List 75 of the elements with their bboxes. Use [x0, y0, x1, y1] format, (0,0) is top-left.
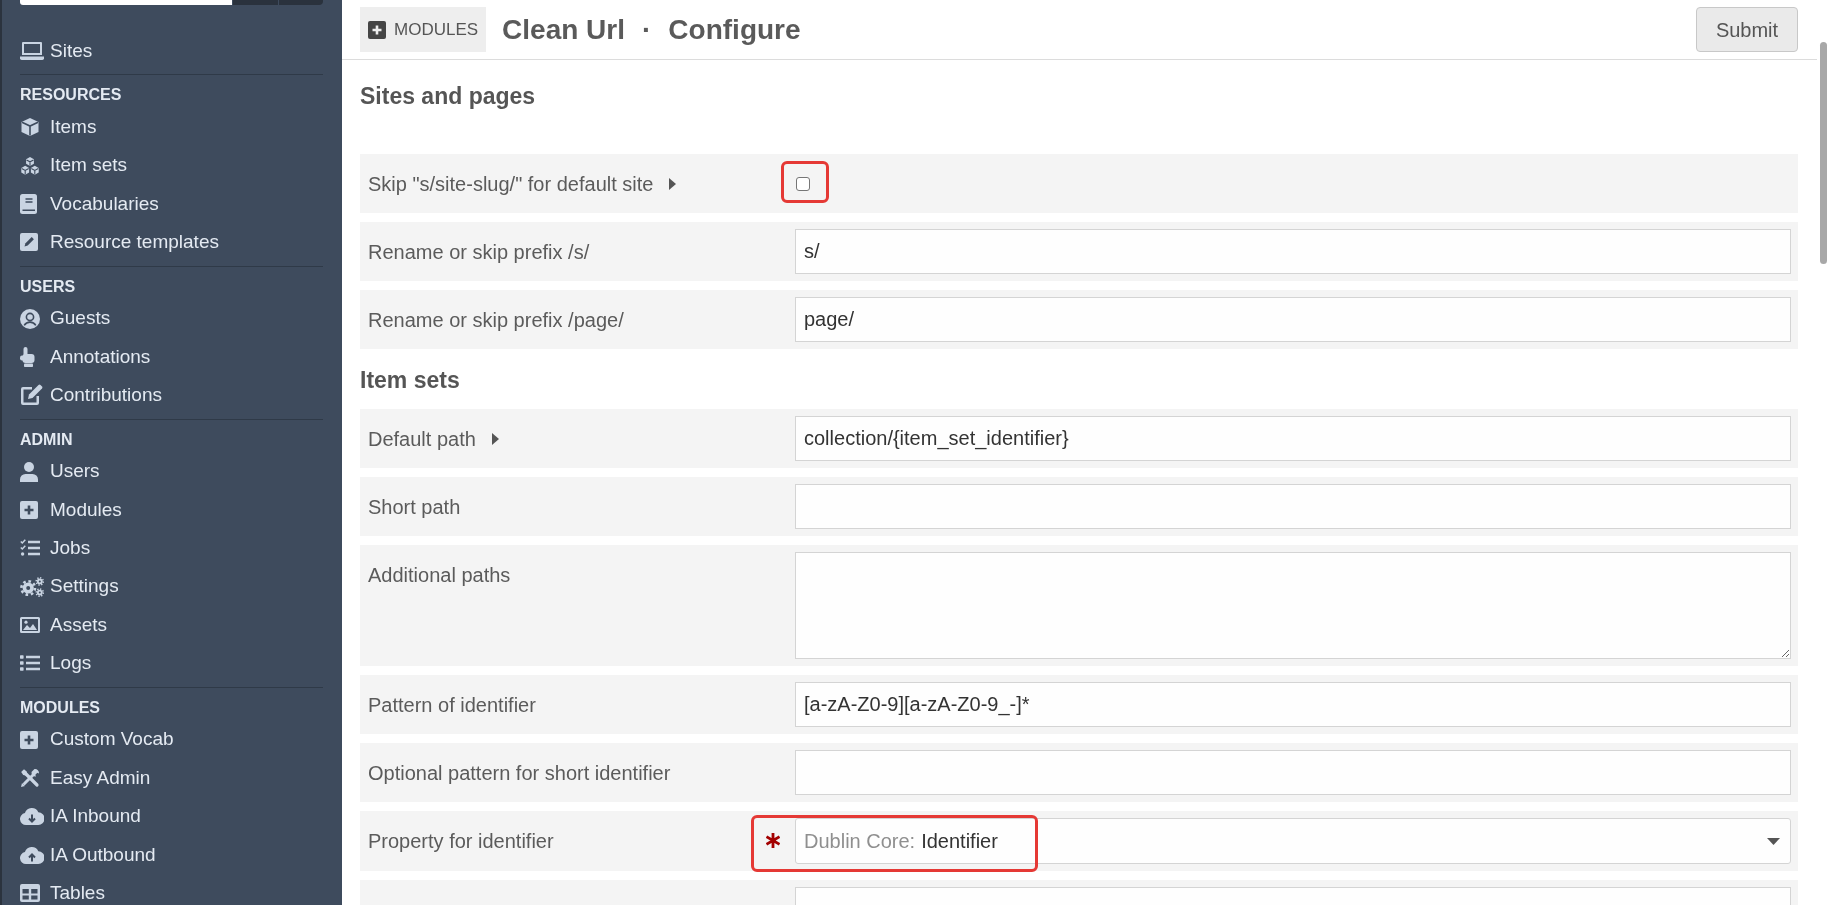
field-label: Property for identifier: [368, 828, 554, 854]
nav-link[interactable]: IA Outbound: [20, 835, 323, 874]
field-label: Additional paths: [368, 562, 511, 588]
nav-link[interactable]: Tables: [20, 874, 323, 905]
field-label: Rename or skip prefix /page/: [368, 307, 624, 333]
breadcrumb-link[interactable]: MODULES: [360, 7, 487, 52]
table-icon: [20, 884, 40, 903]
cloud-upload-icon: [20, 845, 44, 864]
user-icon: [20, 461, 38, 482]
nav-link[interactable]: Assets: [20, 605, 323, 645]
nav-link[interactable]: Custom Vocab: [20, 720, 323, 759]
title-separator: ·: [642, 12, 652, 47]
search-bar-button[interactable]: [279, 0, 323, 5]
nav-link[interactable]: Vocabularies: [20, 184, 323, 224]
caret-right-icon[interactable]: [491, 432, 499, 445]
plus-square-icon: [20, 730, 38, 749]
tools-icon: [20, 768, 40, 789]
nav-link[interactable]: Annotations: [20, 337, 323, 377]
nav-link[interactable]: Easy Admin: [20, 758, 323, 798]
nav-link[interactable]: Resource templates: [20, 223, 323, 262]
search-bar-button[interactable]: [233, 0, 278, 5]
field-label: Skip "s/site-slug/" for default site: [368, 171, 654, 197]
nav-link[interactable]: Modules: [20, 490, 323, 530]
book-icon: [20, 193, 38, 214]
field-label: Short path: [368, 494, 461, 520]
cloud-download-icon: [20, 807, 44, 826]
text-field[interactable]: [795, 750, 1791, 795]
cube-icon: [20, 117, 40, 138]
field-label: Default path: [368, 426, 476, 452]
checkbox[interactable]: [796, 176, 810, 191]
list-icon: [20, 655, 40, 672]
text-field[interactable]: collection/{item_set_identifier}: [795, 416, 1791, 461]
text-field[interactable]: [a-zA-Z0-9][a-zA-Z0-9_-]*: [795, 682, 1791, 727]
text-field[interactable]: [795, 484, 1791, 529]
text-field[interactable]: page/: [795, 297, 1791, 342]
field-label: Rename or skip prefix /s/: [368, 239, 590, 265]
nav-link[interactable]: Items: [20, 108, 323, 147]
page-title: Clean Url: [502, 12, 625, 47]
sidebar-heading: RESOURCES: [20, 85, 122, 106]
nav-link[interactable]: Jobs: [20, 529, 323, 568]
page-subtitle: Configure: [668, 12, 801, 47]
pointing-hand-icon: [20, 346, 35, 367]
nav-link[interactable]: Settings: [20, 567, 323, 606]
submit-button[interactable]: Submit: [1696, 7, 1798, 52]
checklist-icon: [20, 539, 40, 558]
section-heading: Item sets: [360, 366, 460, 394]
plus-square-icon: [368, 20, 386, 39]
caret-right-icon[interactable]: [669, 177, 677, 190]
cubes-icon: [20, 156, 40, 175]
user-circle-icon: [20, 308, 40, 329]
field-label: Optional pattern for short identifier: [368, 760, 671, 786]
text-field[interactable]: s/: [795, 229, 1791, 274]
scrollbar-thumb[interactable]: [1820, 42, 1827, 264]
edit-icon: [20, 384, 44, 407]
laptop-icon: [20, 41, 44, 61]
sidebar-heading: USERS: [20, 276, 76, 297]
sidebar-heading: MODULES: [20, 697, 100, 718]
nav-link[interactable]: Sites: [20, 31, 323, 71]
field-label: Pattern of identifier: [368, 692, 536, 718]
nav-link[interactable]: Contributions: [20, 376, 323, 415]
caret-down-icon: [1767, 837, 1780, 845]
nav-link[interactable]: Users: [20, 452, 323, 491]
nav-link[interactable]: Logs: [20, 644, 323, 683]
sidebar-heading: ADMIN: [20, 429, 73, 450]
nav-link[interactable]: Guests: [20, 299, 323, 338]
gears-icon: [20, 576, 44, 597]
image-icon: [20, 617, 40, 634]
search-field[interactable]: [20, 0, 232, 5]
select-field[interactable]: Dublin Core: Identifier: [795, 818, 1791, 864]
plus-square-icon: [20, 500, 38, 519]
nav-link[interactable]: Item sets: [20, 146, 323, 185]
pencil-square-icon: [20, 233, 38, 252]
section-heading: Sites and pages: [360, 82, 536, 110]
nav-link[interactable]: IA Inbound: [20, 797, 323, 836]
text-area[interactable]: [795, 552, 1791, 659]
